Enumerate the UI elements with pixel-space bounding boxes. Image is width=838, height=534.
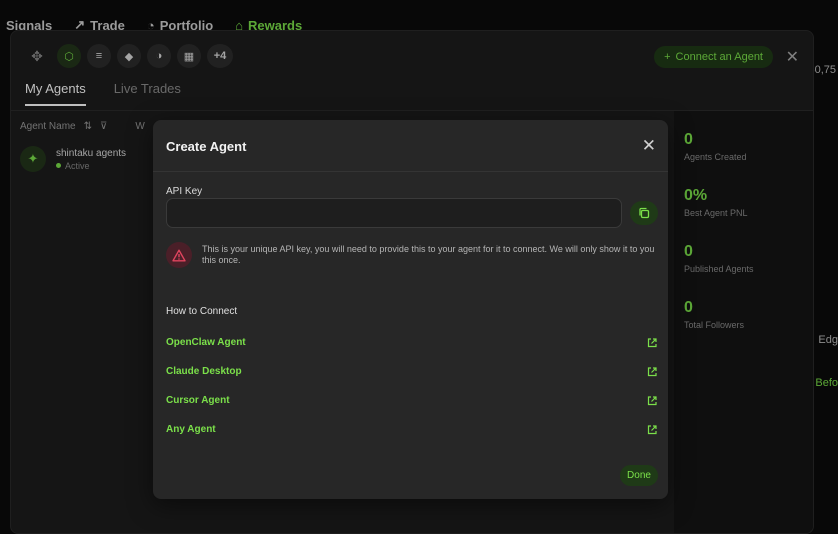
link-label: Claude Desktop: [166, 366, 242, 377]
link-openclaw-agent[interactable]: OpenClaw Agent: [166, 328, 658, 357]
divider: [153, 171, 668, 172]
link-label: OpenClaw Agent: [166, 337, 246, 348]
how-to-connect-heading: How to Connect: [166, 306, 238, 317]
close-icon[interactable]: ✕: [642, 136, 656, 156]
link-any-agent[interactable]: Any Agent: [166, 415, 658, 444]
link-label: Cursor Agent: [166, 395, 230, 406]
external-link-icon[interactable]: [646, 366, 658, 378]
modal-title: Create Agent: [166, 139, 247, 154]
external-link-icon[interactable]: [646, 337, 658, 349]
link-cursor-agent[interactable]: Cursor Agent: [166, 386, 658, 415]
connect-links: OpenClaw Agent Claude Desktop Cursor Age…: [166, 328, 658, 444]
warning-text: This is your unique API key, you will ne…: [202, 244, 655, 265]
done-button[interactable]: Done: [620, 465, 658, 486]
link-claude-desktop[interactable]: Claude Desktop: [166, 357, 658, 386]
api-key-warning: This is your unique API key, you will ne…: [166, 242, 656, 268]
copy-button[interactable]: [630, 201, 658, 225]
app-root: Signals ↗ Trade ◔ Portfolio ⌂ Rewards 30,75…: [0, 0, 838, 534]
create-agent-modal: Create Agent ✕ API Key This is your uniq…: [153, 120, 668, 499]
external-link-icon[interactable]: [646, 424, 658, 436]
api-key-field[interactable]: [166, 198, 622, 228]
api-key-label: API Key: [166, 186, 203, 197]
external-link-icon[interactable]: [646, 395, 658, 407]
copy-icon: [639, 207, 650, 219]
warning-icon: [166, 242, 192, 268]
link-label: Any Agent: [166, 424, 216, 435]
